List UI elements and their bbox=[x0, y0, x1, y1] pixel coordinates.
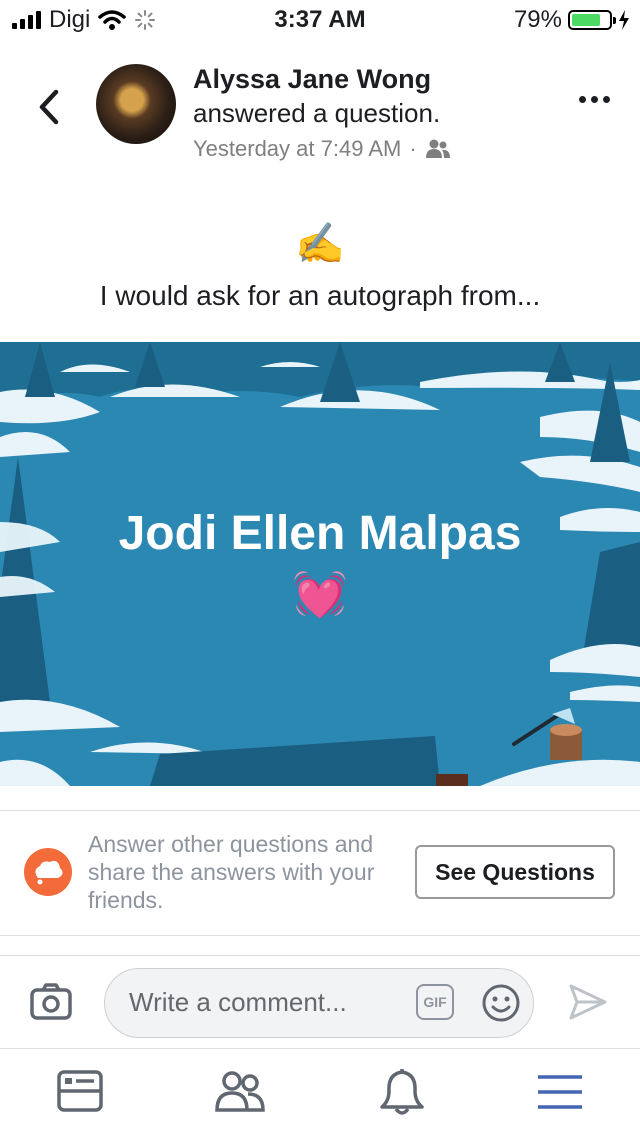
gif-button[interactable]: GIF bbox=[416, 984, 454, 1020]
answer-card[interactable]: Jodi Ellen Malpas 💓 bbox=[0, 342, 640, 786]
back-arrow-icon[interactable] bbox=[30, 82, 70, 132]
menu-hamburger-icon[interactable] bbox=[538, 1067, 582, 1115]
friends-audience-icon[interactable] bbox=[425, 139, 451, 159]
charging-icon bbox=[619, 10, 629, 30]
question-text: I would ask for an autograph from... bbox=[99, 280, 541, 311]
winter-forest-illustration bbox=[0, 342, 640, 786]
comment-composer: Write a comment... GIF bbox=[0, 960, 640, 1048]
avatar[interactable] bbox=[96, 64, 176, 144]
battery-icon bbox=[568, 10, 616, 30]
comment-input[interactable]: Write a comment... GIF bbox=[104, 968, 534, 1038]
divider bbox=[0, 935, 640, 936]
meta-separator: · bbox=[409, 136, 417, 161]
post-header: Alyssa Jane Wong answered a question. Ye… bbox=[0, 60, 640, 170]
friends-icon[interactable] bbox=[214, 1067, 266, 1115]
status-bar: Digi 3:37 AM 79% bbox=[0, 0, 640, 40]
author-name[interactable]: Alyssa Jane Wong bbox=[193, 64, 431, 95]
promo-text: Answer other questions and share the ans… bbox=[88, 831, 375, 913]
divider bbox=[0, 955, 640, 956]
emoji-smile-icon[interactable] bbox=[481, 983, 521, 1023]
heart-emoji: 💓 bbox=[292, 570, 348, 619]
post-action-text: answered a question. bbox=[193, 98, 441, 128]
news-feed-icon[interactable] bbox=[56, 1067, 104, 1115]
notifications-bell-icon[interactable] bbox=[378, 1067, 426, 1117]
battery-fill bbox=[572, 14, 600, 26]
send-icon[interactable] bbox=[568, 982, 608, 1022]
post-meta: Yesterday at 7:49 AM · bbox=[193, 136, 451, 162]
divider bbox=[0, 810, 640, 811]
writing-hand-emoji: ✍️ bbox=[295, 222, 345, 266]
question-bubble-icon bbox=[24, 848, 72, 896]
camera-icon[interactable] bbox=[30, 982, 72, 1020]
comment-placeholder: Write a comment... bbox=[129, 987, 347, 1017]
post-timestamp[interactable]: Yesterday at 7:49 AM bbox=[193, 136, 401, 162]
answer-text: Jodi Ellen Malpas bbox=[118, 507, 522, 560]
bottom-tab-bar bbox=[0, 1049, 640, 1136]
see-questions-button[interactable]: See Questions bbox=[415, 845, 615, 899]
more-options-icon[interactable] bbox=[579, 96, 610, 103]
battery-percent: 79% bbox=[513, 6, 562, 33]
status-right: 79% bbox=[514, 6, 630, 34]
